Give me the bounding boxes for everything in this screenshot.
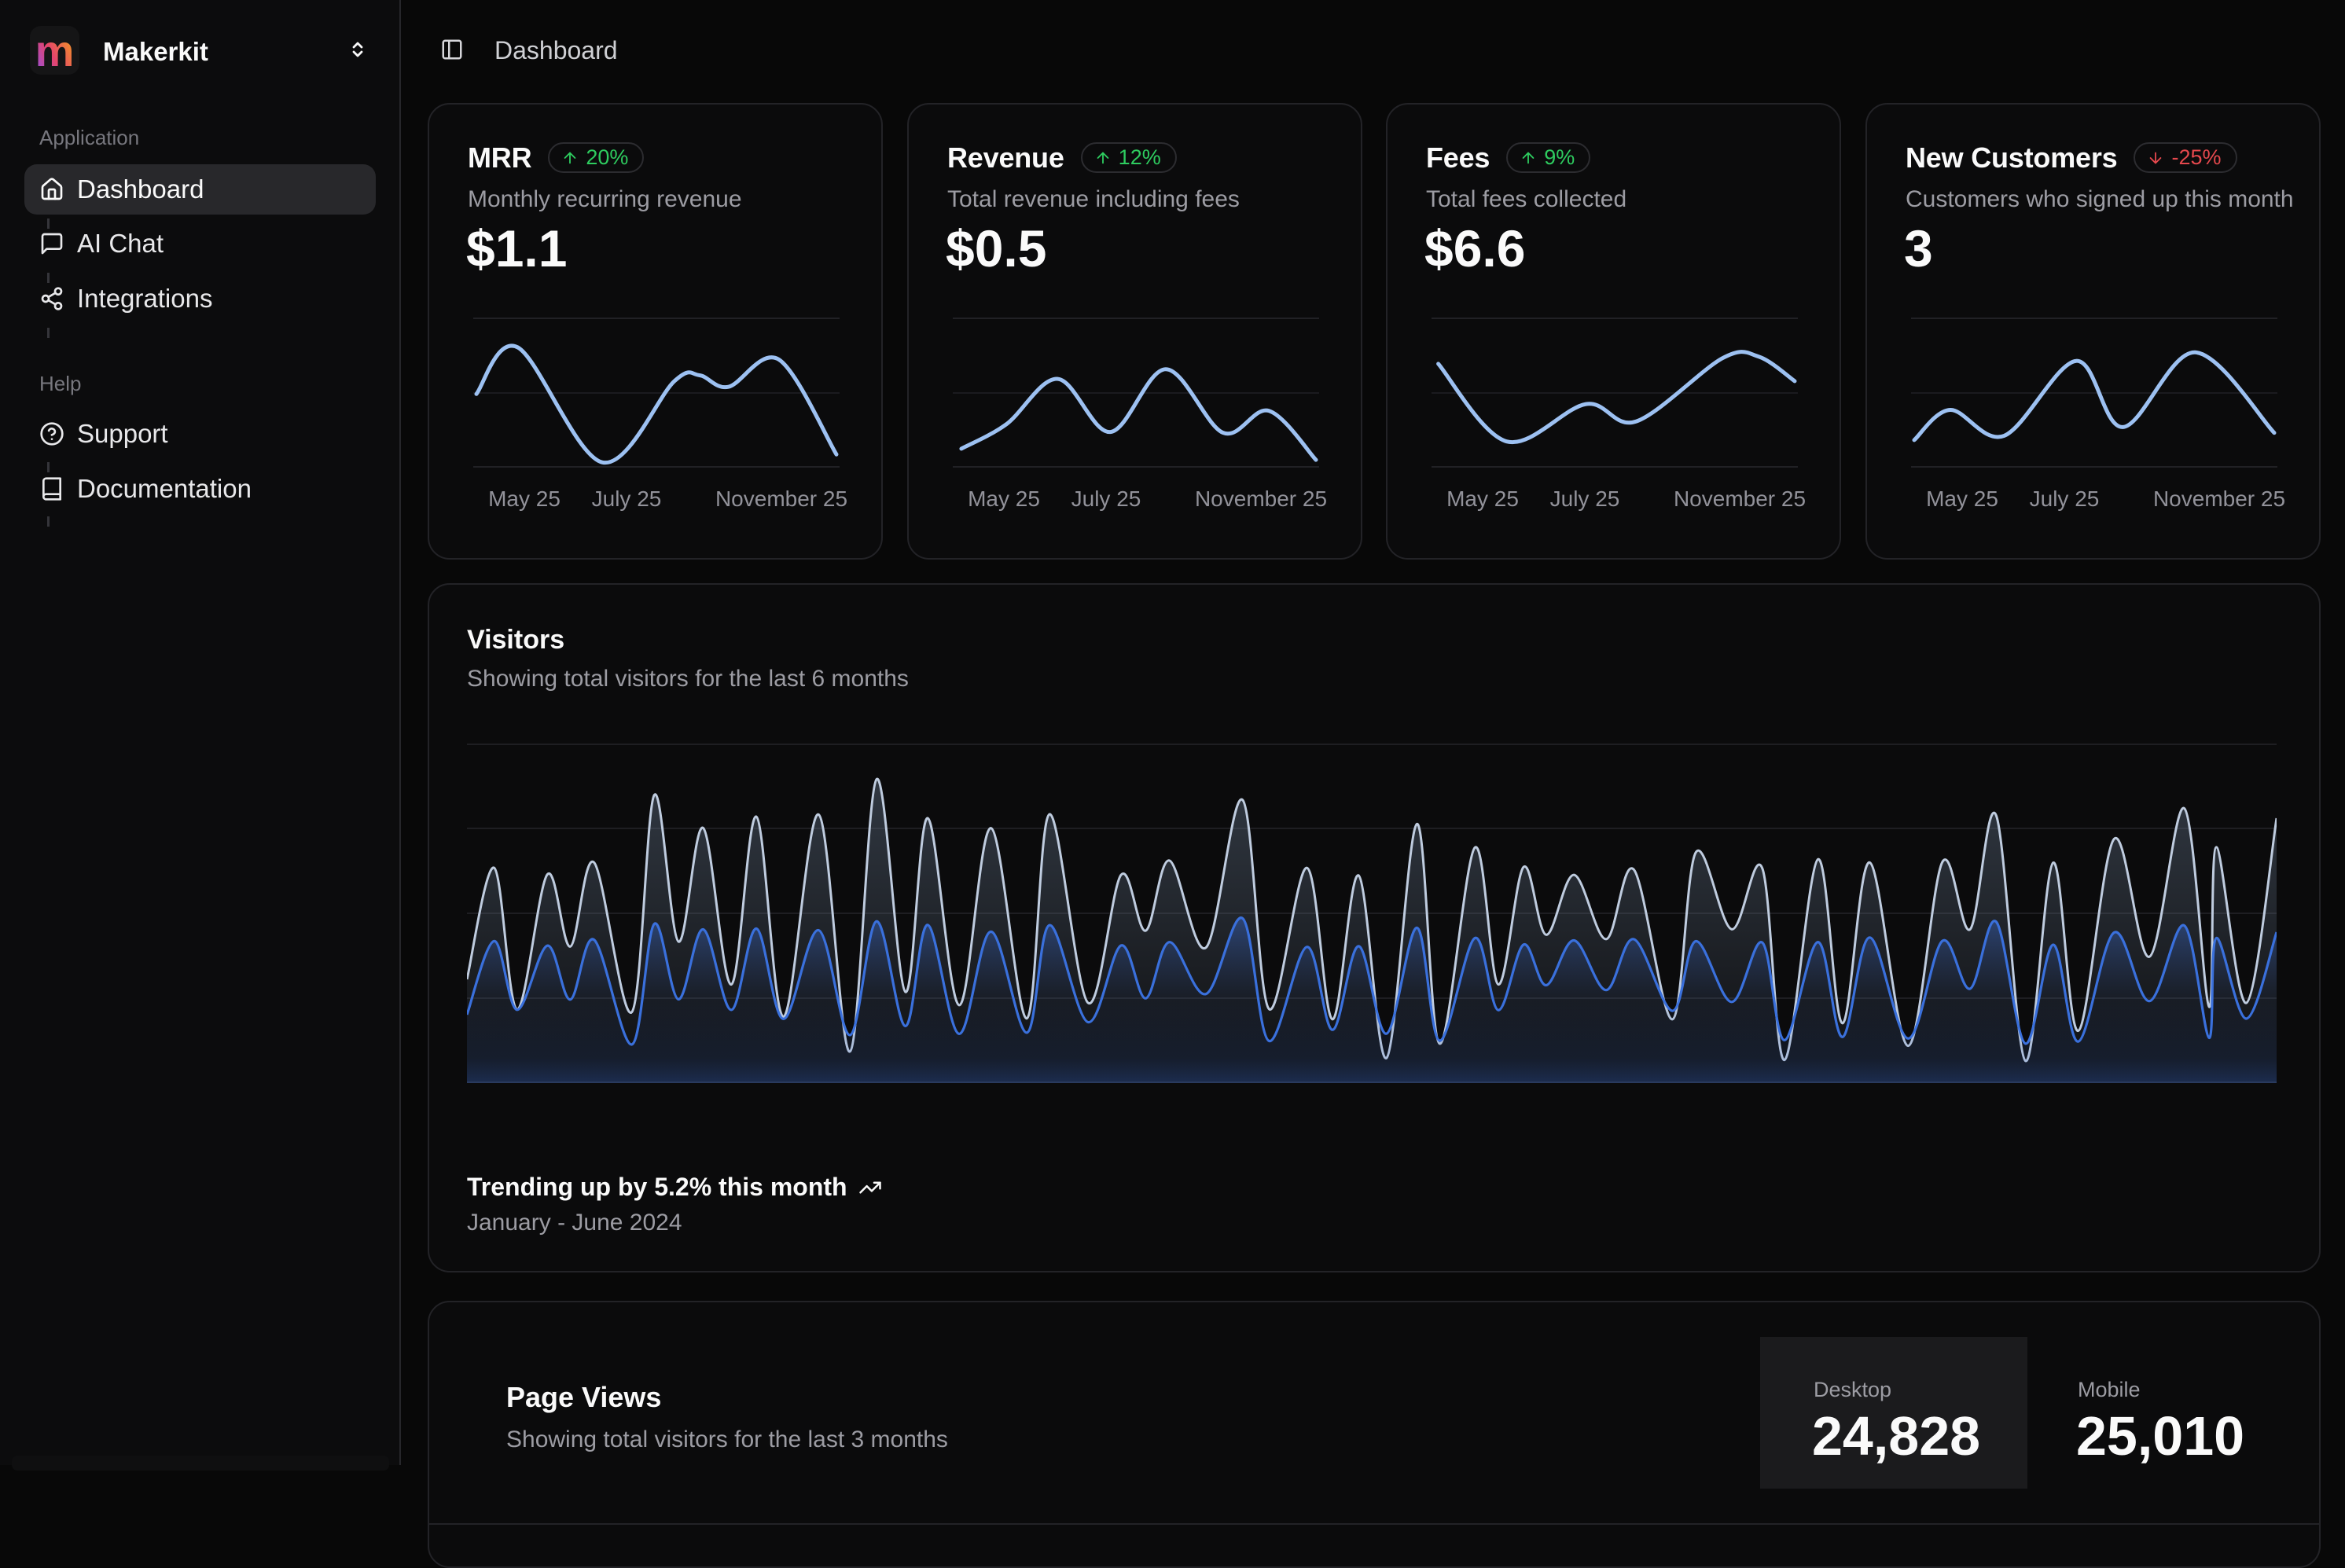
- svg-text:m: m: [35, 26, 75, 75]
